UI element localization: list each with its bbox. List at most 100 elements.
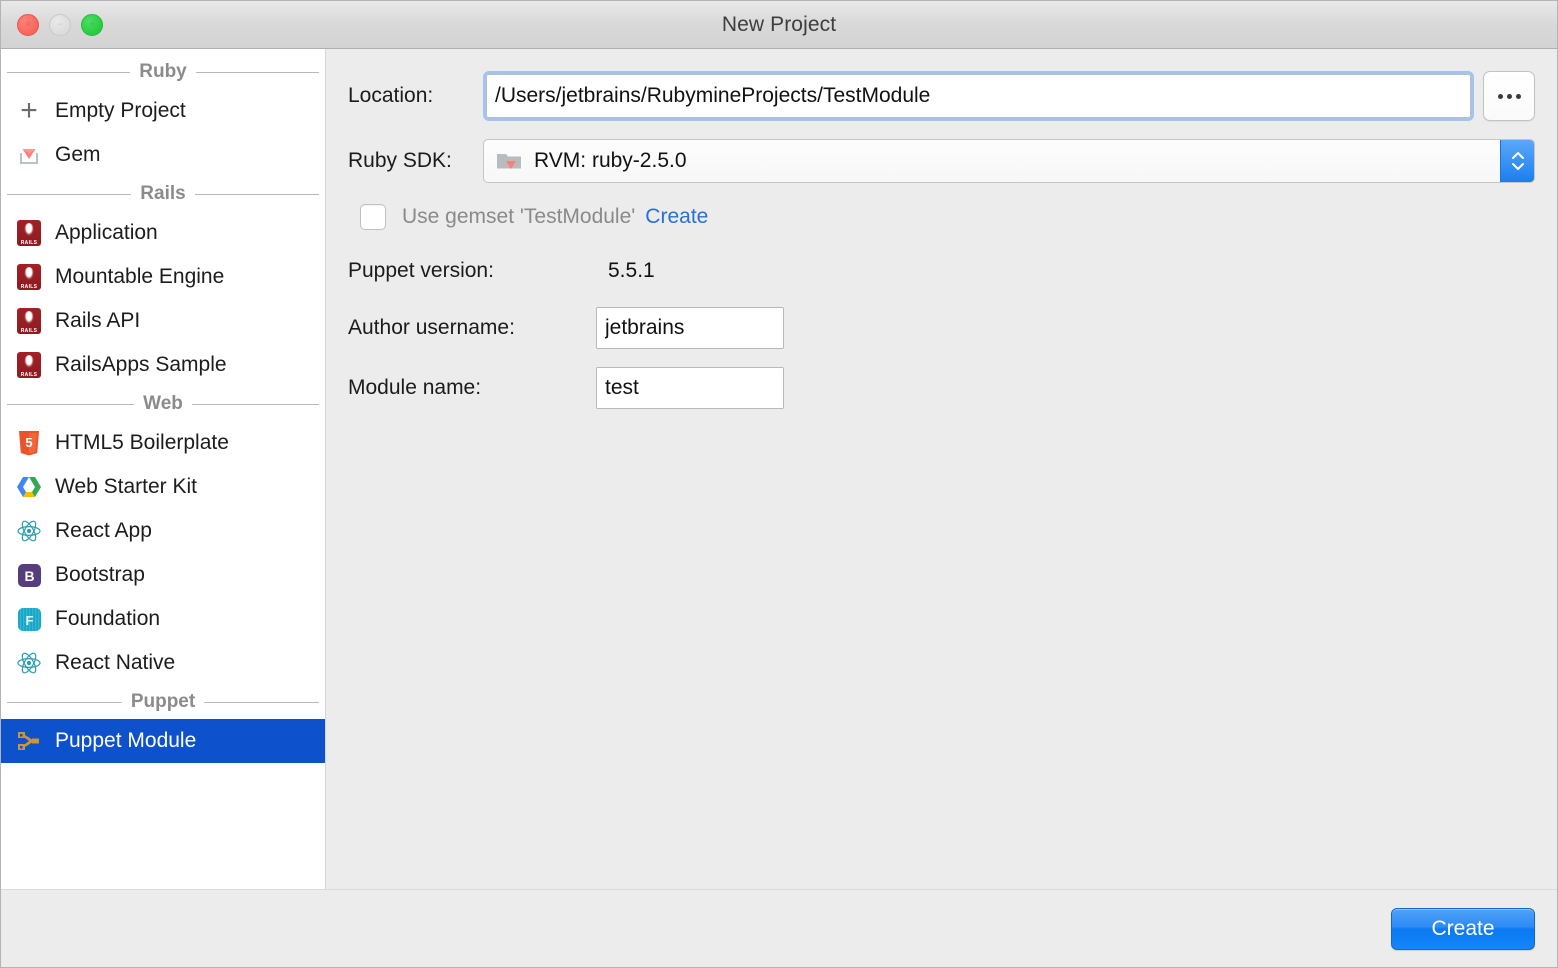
- bootstrap-icon: B: [15, 561, 43, 589]
- project-type-sidebar[interactable]: Ruby + Empty Project Gem: [1, 49, 326, 889]
- module-name-row: Module name:: [348, 367, 1535, 409]
- use-gemset-checkbox[interactable]: [360, 204, 386, 230]
- maximize-button[interactable]: +: [81, 14, 103, 36]
- ruby-sdk-stepper-icon[interactable]: [1500, 140, 1534, 182]
- ruby-sdk-combobox[interactable]: RVM: ruby-2.5.0: [483, 139, 1535, 183]
- section-title: Ruby: [139, 61, 187, 83]
- create-button[interactable]: Create: [1391, 908, 1535, 950]
- module-name-input[interactable]: [596, 367, 784, 409]
- sidebar-item-foundation[interactable]: F Foundation: [1, 597, 325, 641]
- puppet-version-value: 5.5.1: [608, 259, 655, 283]
- new-project-dialog: ✕ − + New Project Ruby + Empty Project: [0, 0, 1558, 968]
- sidebar-item-label: React Native: [55, 651, 175, 675]
- dot-icon: [1507, 94, 1512, 99]
- section-rule-left: [7, 72, 130, 73]
- puppet-version-label: Puppet version:: [348, 259, 596, 283]
- maximize-icon: +: [82, 15, 102, 35]
- plus-icon: +: [15, 97, 43, 125]
- sidebar-item-label: RailsApps Sample: [55, 353, 227, 377]
- sidebar-item-empty-project[interactable]: + Empty Project: [1, 89, 325, 133]
- react-icon: [15, 649, 43, 677]
- sidebar-item-mountable-engine[interactable]: Mountable Engine: [1, 255, 325, 299]
- sidebar-item-label: React App: [55, 519, 152, 543]
- section-rule-left: [7, 702, 122, 703]
- dot-icon: [1516, 94, 1521, 99]
- browse-location-button[interactable]: [1483, 71, 1535, 121]
- location-input[interactable]: [486, 74, 1471, 118]
- create-gemset-link[interactable]: Create: [645, 205, 708, 229]
- sidebar-item-label: Rails API: [55, 309, 140, 333]
- rails-icon: [15, 307, 43, 335]
- sidebar-item-puppet-module[interactable]: Puppet Module: [1, 719, 325, 763]
- dialog-body: Ruby + Empty Project Gem: [1, 49, 1557, 889]
- sidebar-item-react-app[interactable]: React App: [1, 509, 325, 553]
- sidebar-item-label: Bootstrap: [55, 563, 145, 587]
- section-rule-right: [195, 194, 319, 195]
- section-title: Rails: [140, 183, 185, 205]
- sidebar-item-rails-api[interactable]: Rails API: [1, 299, 325, 343]
- sidebar-item-label: Mountable Engine: [55, 265, 224, 289]
- section-rule-left: [7, 404, 134, 405]
- react-icon: [15, 517, 43, 545]
- sidebar-item-label: Empty Project: [55, 99, 186, 123]
- module-name-label: Module name:: [348, 376, 596, 400]
- section-header-rails: Rails: [1, 177, 325, 211]
- title-bar: ✕ − + New Project: [1, 1, 1557, 49]
- sidebar-item-react-native[interactable]: React Native: [1, 641, 325, 685]
- section-rule-right: [196, 72, 319, 73]
- section-header-web: Web: [1, 387, 325, 421]
- section-title: Puppet: [131, 691, 195, 713]
- gemset-row: Use gemset 'TestModule' Create: [348, 197, 1535, 237]
- window-title: New Project: [1, 13, 1557, 37]
- section-title: Web: [143, 393, 183, 415]
- sidebar-item-label: Puppet Module: [55, 729, 196, 753]
- html5-icon: 5: [15, 429, 43, 457]
- project-settings-panel: Location: Ruby SDK:: [326, 49, 1557, 889]
- dot-icon: [1498, 94, 1503, 99]
- location-field-wrapper: [483, 71, 1474, 121]
- gem-icon: [15, 141, 43, 169]
- puppet-version-row: Puppet version: 5.5.1: [348, 253, 1535, 289]
- section-rule-left: [7, 194, 131, 195]
- ruby-sdk-label: Ruby SDK:: [348, 149, 483, 173]
- use-gemset-label: Use gemset 'TestModule': [402, 205, 635, 229]
- author-username-label: Author username:: [348, 316, 596, 340]
- ruby-sdk-value: RVM: ruby-2.5.0: [524, 149, 687, 173]
- rails-icon: [15, 263, 43, 291]
- close-button[interactable]: ✕: [17, 14, 39, 36]
- window-controls: ✕ − +: [17, 14, 103, 36]
- sidebar-item-label: Application: [55, 221, 158, 245]
- section-header-puppet: Puppet: [1, 685, 325, 719]
- location-row: Location:: [348, 71, 1535, 121]
- location-label: Location:: [348, 84, 483, 108]
- sidebar-item-html5-boilerplate[interactable]: 5 HTML5 Boilerplate: [1, 421, 325, 465]
- sidebar-item-web-starter-kit[interactable]: Web Starter Kit: [1, 465, 325, 509]
- sidebar-item-label: Foundation: [55, 607, 160, 631]
- sidebar-item-label: Gem: [55, 143, 101, 167]
- sidebar-item-label: HTML5 Boilerplate: [55, 431, 229, 455]
- dialog-footer: Create: [1, 889, 1557, 967]
- svg-text:F: F: [25, 613, 33, 628]
- foundation-icon: F: [15, 605, 43, 633]
- minimize-icon: −: [50, 15, 70, 35]
- sidebar-item-application[interactable]: Application: [1, 211, 325, 255]
- author-username-input[interactable]: [596, 307, 784, 349]
- sidebar-item-label: Web Starter Kit: [55, 475, 197, 499]
- rails-icon: [15, 219, 43, 247]
- svg-text:5: 5: [25, 435, 32, 450]
- section-header-ruby: Ruby: [1, 55, 325, 89]
- ruby-sdk-row: Ruby SDK: RVM: ruby-2.5.0: [348, 139, 1535, 183]
- minimize-button[interactable]: −: [49, 14, 71, 36]
- section-rule-right: [192, 404, 319, 405]
- close-icon: ✕: [18, 15, 38, 35]
- ruby-sdk-folder-icon: [496, 149, 524, 173]
- sidebar-item-railsapps-sample[interactable]: RailsApps Sample: [1, 343, 325, 387]
- svg-text:B: B: [24, 568, 34, 584]
- section-rule-right: [204, 702, 319, 703]
- web-starter-kit-icon: [15, 473, 43, 501]
- sidebar-item-gem[interactable]: Gem: [1, 133, 325, 177]
- author-username-row: Author username:: [348, 307, 1535, 349]
- puppet-icon: [15, 727, 43, 755]
- sidebar-item-bootstrap[interactable]: B Bootstrap: [1, 553, 325, 597]
- rails-icon: [15, 351, 43, 379]
